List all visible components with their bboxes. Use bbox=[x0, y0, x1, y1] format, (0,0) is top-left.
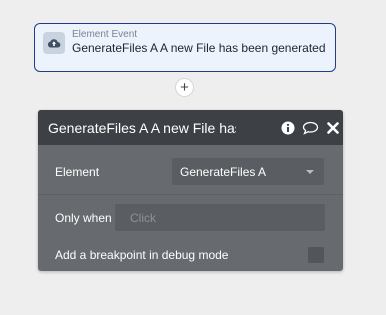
add-action-button[interactable]: + bbox=[176, 79, 193, 96]
cloud-upload-icon bbox=[43, 32, 65, 54]
property-editor-header: GenerateFiles A A new File has b bbox=[38, 110, 343, 145]
only-when-label: Only when bbox=[55, 211, 112, 225]
plus-icon: + bbox=[180, 79, 189, 96]
property-editor-title: GenerateFiles A A new File has b bbox=[48, 120, 236, 136]
debug-breakpoint-checkbox[interactable] bbox=[308, 247, 324, 263]
property-editor-panel: GenerateFiles A A new File has b Element… bbox=[38, 110, 343, 271]
close-icon bbox=[327, 122, 339, 134]
element-event-card[interactable]: Element Event GenerateFiles A A new File… bbox=[34, 23, 336, 72]
comment-button[interactable] bbox=[301, 120, 319, 136]
panel-divider bbox=[38, 194, 343, 195]
debug-breakpoint-label: Add a breakpoint in debug mode bbox=[55, 248, 229, 262]
element-dropdown[interactable]: GenerateFiles A bbox=[172, 158, 324, 185]
event-name: GenerateFiles A A new File has been gene… bbox=[72, 41, 326, 55]
only-when-input[interactable] bbox=[115, 204, 325, 231]
chevron-down-icon bbox=[306, 170, 314, 174]
info-button[interactable] bbox=[280, 120, 296, 136]
element-dropdown-value: GenerateFiles A bbox=[180, 165, 267, 179]
close-button[interactable] bbox=[326, 120, 340, 136]
element-field-label: Element bbox=[55, 165, 100, 179]
comment-icon bbox=[302, 121, 318, 135]
event-type-label: Element Event bbox=[72, 29, 138, 40]
info-icon bbox=[281, 121, 295, 135]
